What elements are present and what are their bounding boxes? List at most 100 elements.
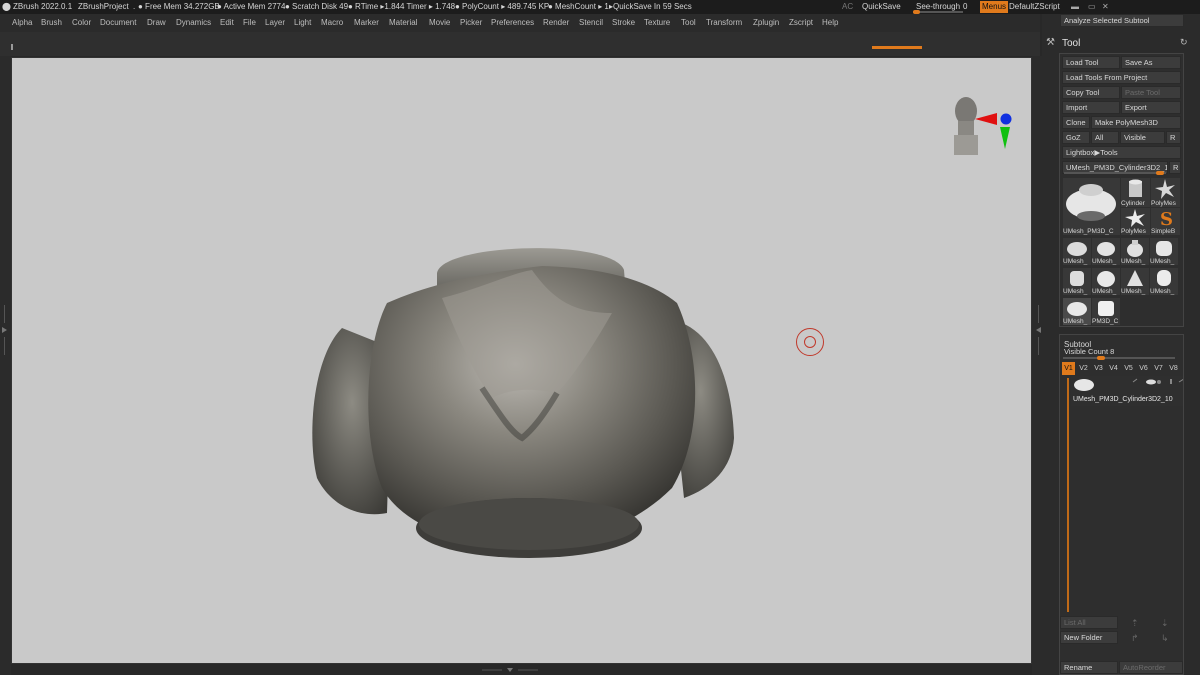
menu-material[interactable]: Material: [389, 18, 417, 27]
menu-render[interactable]: Render: [543, 18, 569, 27]
current-tool-slider-track[interactable]: [1064, 171, 1166, 175]
y-axis-icon[interactable]: [1000, 127, 1010, 149]
lightbox-tools-button[interactable]: Lightbox▶Tools: [1062, 146, 1181, 159]
maximize-icon[interactable]: ▭: [1088, 2, 1096, 11]
menu-light[interactable]: Light: [294, 18, 311, 27]
z-axis-icon[interactable]: [1000, 113, 1012, 125]
visible-count-track[interactable]: [1063, 356, 1175, 360]
goz-r-button[interactable]: R: [1166, 131, 1181, 144]
tool-thumb-umesh-6[interactable]: UMesh_: [1092, 268, 1120, 295]
canvas-viewport[interactable]: [11, 57, 1032, 664]
tool-thumb-umesh-2[interactable]: UMesh_: [1092, 238, 1120, 265]
tool-thumb-umesh-1[interactable]: UMesh_: [1063, 238, 1091, 265]
tool-thumb-polymesh-1[interactable]: PolyMes: [1151, 178, 1180, 207]
menu-stencil[interactable]: Stencil: [579, 18, 603, 27]
version-tab-v3[interactable]: V3: [1092, 362, 1105, 375]
sculpt-model[interactable]: [12, 58, 1032, 664]
menu-zplugin[interactable]: Zplugin: [753, 18, 779, 27]
menu-layer[interactable]: Layer: [265, 18, 285, 27]
right-tray-handle[interactable]: [1036, 305, 1041, 355]
tool-thumb-umesh-7[interactable]: UMesh_: [1121, 268, 1149, 295]
version-tab-v7[interactable]: V7: [1152, 362, 1165, 375]
menu-help[interactable]: Help: [822, 18, 838, 27]
goz-visible-button[interactable]: Visible: [1120, 131, 1165, 144]
goz-all-button[interactable]: All: [1091, 131, 1119, 144]
quicksave-button[interactable]: QuickSave: [862, 2, 901, 11]
menu-file[interactable]: File: [243, 18, 256, 27]
tool-thumb-polymesh-2[interactable]: PolyMes: [1121, 208, 1150, 235]
save-as-button[interactable]: Save As: [1121, 56, 1181, 69]
x-axis-icon[interactable]: [975, 113, 997, 125]
menu-macro[interactable]: Macro: [321, 18, 343, 27]
move-down-icon[interactable]: ⇣: [1161, 618, 1169, 629]
list-all-button[interactable]: List All: [1060, 616, 1118, 629]
load-tool-button[interactable]: Load Tool: [1062, 56, 1120, 69]
menu-alpha[interactable]: Alpha: [12, 18, 32, 27]
menu-tool[interactable]: Tool: [681, 18, 696, 27]
menu-movie[interactable]: Movie: [429, 18, 450, 27]
rename-button[interactable]: Rename: [1060, 661, 1118, 674]
version-tab-v5[interactable]: V5: [1122, 362, 1135, 375]
right-tray-scroll[interactable]: [1032, 56, 1042, 675]
bottom-tray-handle[interactable]: [482, 667, 538, 673]
minimize-icon[interactable]: ▬: [1071, 2, 1079, 11]
move-out-icon[interactable]: ↳: [1161, 633, 1169, 644]
version-tab-v1[interactable]: V1: [1062, 362, 1075, 375]
tool-thumb-simplebrush[interactable]: S SimpleB: [1151, 208, 1180, 235]
seethrough-slider[interactable]: [913, 10, 963, 14]
brush-toggle-icon: [1132, 378, 1138, 383]
menu-color[interactable]: Color: [72, 18, 91, 27]
version-tab-v8[interactable]: V8: [1167, 362, 1180, 375]
tool-palette-header[interactable]: ⚒ Tool ↻: [1042, 36, 1200, 52]
reset-icon[interactable]: ↻: [1180, 37, 1188, 48]
tool-thumb-umesh-8[interactable]: UMesh_: [1150, 268, 1178, 295]
subtool-item-name[interactable]: UMesh_PM3D_Cylinder3D2_10: [1073, 396, 1173, 403]
tool-thumb-pm3d[interactable]: PM3D_C: [1092, 298, 1120, 325]
import-button[interactable]: Import: [1062, 101, 1120, 114]
ac-button[interactable]: AC: [842, 2, 853, 11]
left-tray-handle[interactable]: [2, 305, 7, 355]
menu-stroke[interactable]: Stroke: [612, 18, 635, 27]
export-button[interactable]: Export: [1121, 101, 1181, 114]
clone-button[interactable]: Clone: [1062, 116, 1090, 129]
close-icon[interactable]: ✕: [1102, 2, 1109, 11]
tool-thumb-umesh-4[interactable]: UMesh_: [1150, 238, 1178, 265]
tool-thumb-umesh-9[interactable]: UMesh_: [1063, 298, 1091, 325]
visible-count-slider[interactable]: Visible Count 8: [1064, 347, 1114, 356]
analyze-subtool-button[interactable]: Analyze Selected Subtool: [1060, 14, 1184, 27]
tool-thumb-umesh-5[interactable]: UMesh_: [1063, 268, 1091, 295]
menu-picker[interactable]: Picker: [460, 18, 482, 27]
autoreorder-button[interactable]: AutoReorder: [1119, 661, 1183, 674]
menu-texture[interactable]: Texture: [644, 18, 670, 27]
menu-edit[interactable]: Edit: [220, 18, 234, 27]
version-tab-v6[interactable]: V6: [1137, 362, 1150, 375]
paste-tool-button[interactable]: Paste Tool: [1121, 86, 1181, 99]
goz-button[interactable]: GoZ: [1062, 131, 1090, 144]
version-tab-v4[interactable]: V4: [1107, 362, 1120, 375]
menu-zscript[interactable]: Zscript: [789, 18, 813, 27]
tool-thumb-cylinder[interactable]: Cylinder: [1121, 178, 1150, 207]
load-tools-from-project-button[interactable]: Load Tools From Project: [1062, 71, 1181, 84]
menu-dynamics[interactable]: Dynamics: [176, 18, 211, 27]
default-zscript-button[interactable]: DefaultZScript: [1009, 2, 1060, 11]
version-tab-v2[interactable]: V2: [1077, 362, 1090, 375]
move-up-icon[interactable]: ⇡: [1131, 618, 1139, 629]
navigation-gizmo[interactable]: [947, 93, 1017, 158]
menu-marker[interactable]: Marker: [354, 18, 379, 27]
make-polymesh-button[interactable]: Make PolyMesh3D: [1091, 116, 1181, 129]
current-tool-slider-handle[interactable]: [1156, 171, 1164, 175]
copy-tool-button[interactable]: Copy Tool: [1062, 86, 1120, 99]
visible-count-handle[interactable]: [1097, 356, 1105, 360]
menu-draw[interactable]: Draw: [147, 18, 166, 27]
new-folder-button[interactable]: New Folder: [1060, 631, 1118, 644]
menu-document[interactable]: Document: [100, 18, 136, 27]
menu-brush[interactable]: Brush: [41, 18, 62, 27]
move-into-icon[interactable]: ↱: [1131, 633, 1139, 644]
current-tool-r-button[interactable]: R: [1169, 161, 1181, 174]
tool-thumb-main[interactable]: UMesh_PM3D_C: [1063, 178, 1120, 235]
app-version: ZBrush 2022.0.1: [13, 2, 73, 11]
menu-preferences[interactable]: Preferences: [491, 18, 534, 27]
tool-thumb-umesh-3[interactable]: UMesh_: [1121, 238, 1149, 265]
menu-transform[interactable]: Transform: [706, 18, 742, 27]
menus-button[interactable]: Menus: [980, 1, 1009, 13]
